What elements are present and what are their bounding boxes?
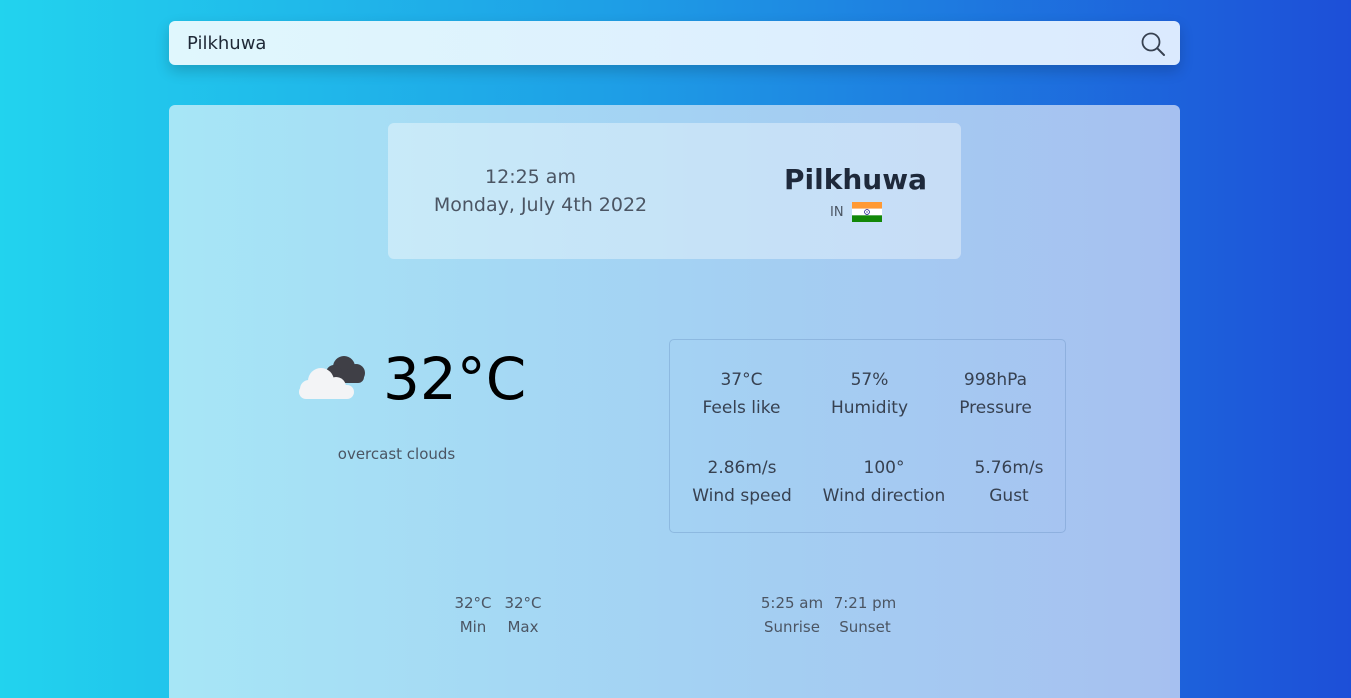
location-header-card: 12:25 am Monday, July 4th 2022 Pilkhuwa … (388, 123, 961, 259)
sunset: 7:21 pm Sunset (830, 591, 900, 639)
country-code: IN (830, 204, 844, 220)
stat-label: Feels like (702, 398, 781, 418)
max-label: Max (507, 618, 539, 636)
search-icon[interactable] (1140, 31, 1166, 57)
stat-wind-direction: 100° Wind direction (816, 454, 952, 510)
overcast-clouds-icon (299, 356, 365, 399)
local-time: 12:25 am (485, 166, 576, 188)
search-input[interactable] (187, 21, 1117, 65)
weather-panel: 12:25 am Monday, July 4th 2022 Pilkhuwa … (169, 105, 1180, 698)
stat-value: 100° (863, 458, 905, 478)
stat-label: Wind speed (692, 486, 792, 506)
stat-label: Pressure (959, 398, 1032, 418)
stat-humidity: 57% Humidity (822, 366, 917, 422)
stat-value: 37°C (720, 370, 763, 390)
sunset-value: 7:21 pm (833, 594, 897, 612)
stat-value: 2.86m/s (707, 458, 777, 478)
sunrise-label: Sunrise (764, 618, 820, 636)
local-date: Monday, July 4th 2022 (433, 194, 648, 216)
stat-label: Gust (989, 486, 1029, 506)
min-label: Min (459, 618, 487, 636)
stat-pressure: 998hPa Pressure (948, 366, 1043, 422)
stat-label: Humidity (830, 398, 909, 418)
max-temperature: 32°C Max (498, 591, 548, 639)
max-value: 32°C (504, 594, 542, 612)
weather-stats-box: 37°C Feels like 57% Humidity 998hPa Pres… (669, 339, 1066, 533)
sunrise: 5:25 am Sunrise (756, 591, 828, 639)
current-temperature: 32°C (383, 345, 527, 413)
country-row: IN (830, 202, 882, 222)
sunset-label: Sunset (839, 618, 891, 636)
stat-feels-like: 37°C Feels like (694, 366, 789, 422)
weather-description: overcast clouds (337, 445, 456, 463)
stat-label: Wind direction (822, 486, 946, 506)
india-flag-icon (851, 202, 882, 222)
stat-value: 57% (850, 370, 889, 390)
stat-gust: 5.76m/s Gust (964, 454, 1054, 510)
stat-wind-speed: 2.86m/s Wind speed (688, 454, 796, 510)
stat-value: 998hPa (963, 370, 1028, 390)
min-value: 32°C (454, 594, 492, 612)
min-temperature: 32°C Min (448, 591, 498, 639)
stat-value: 5.76m/s (974, 458, 1044, 478)
city-name: Pilkhuwa (784, 163, 927, 196)
search-bar (169, 21, 1180, 65)
sunrise-value: 5:25 am (760, 594, 824, 612)
